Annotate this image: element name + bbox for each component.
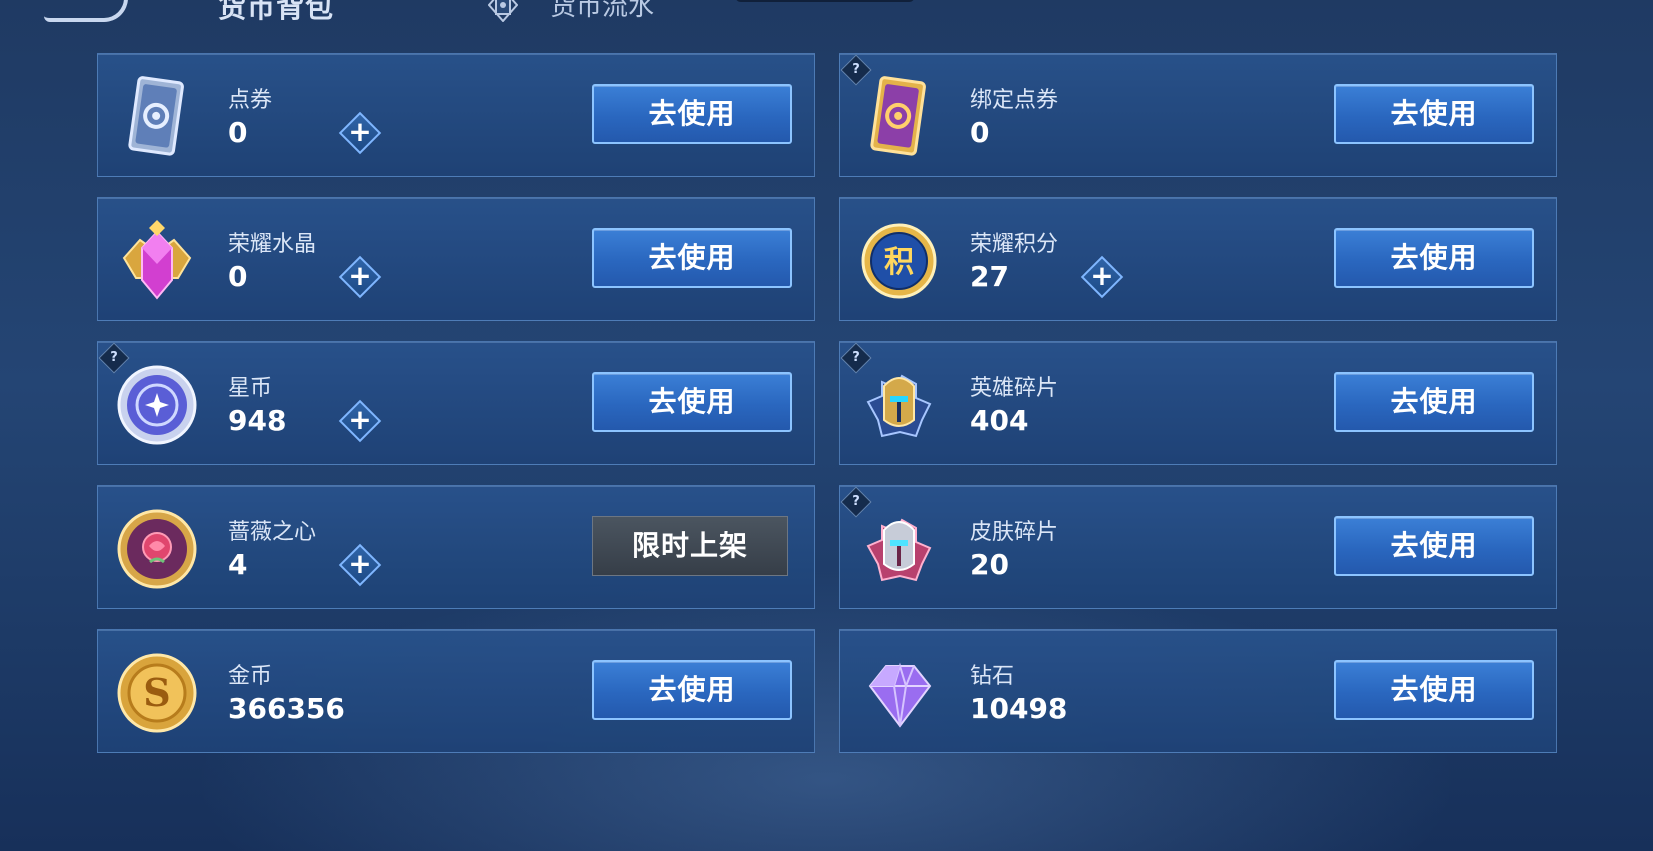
svg-text:积: 积 [884,245,914,280]
currency-card-voucher: 点券 0 + 去使用 [97,53,815,177]
plus-icon: + [348,403,372,436]
plus-icon: + [348,115,372,148]
currency-card-rose-heart: 蔷薇之心 4 + 限时上架 [97,485,815,609]
add-glory-crystal-button[interactable]: + [338,255,382,299]
currency-name: 皮肤碎片 [970,520,1059,545]
use-voucher-button[interactable]: 去使用 [592,84,792,144]
currency-value: 4 [228,548,248,581]
skin-shard-icon [866,518,932,582]
voucher-icon [128,76,184,156]
currency-card-gold-coin: S 金币 366356 去使用 [97,629,815,753]
currency-name: 英雄碎片 [970,376,1059,401]
use-skin-shard-button[interactable]: 去使用 [1334,516,1534,576]
use-bound-voucher-button[interactable]: 去使用 [1334,84,1534,144]
plus-icon: + [1090,259,1114,292]
header: 货币背包 货币流水 [0,0,1653,24]
use-gold-coin-button[interactable]: 去使用 [592,660,792,720]
gold-coin-icon: S [117,653,197,733]
currency-name: 荣耀水晶 [228,232,317,257]
currency-value: 404 [970,404,1029,437]
use-hero-shard-button[interactable]: 去使用 [1334,372,1534,432]
add-rose-heart-button[interactable]: + [338,543,382,587]
currency-grid: 点券 0 + 去使用 ? 绑定点券 0 去使用 荣耀水晶 0 + 去使用 积 荣… [97,53,1557,753]
use-star-coin-button[interactable]: 去使用 [592,372,792,432]
currency-value: 10498 [970,692,1068,725]
currency-flow-icon [488,0,518,22]
glory-points-icon: 积 [861,223,937,299]
currency-value: 0 [228,260,248,293]
currency-name: 星币 [228,376,273,401]
currency-value: 0 [970,116,990,149]
limited-time-button[interactable]: 限时上架 [592,516,788,576]
back-button[interactable] [44,0,128,22]
use-diamond-button[interactable]: 去使用 [1334,660,1534,720]
plus-icon: + [348,547,372,580]
tab-currency-flow[interactable]: 货币流水 [550,0,654,23]
currency-name: 金币 [228,664,273,689]
add-voucher-button[interactable]: + [338,111,382,155]
currency-value: 948 [228,404,287,437]
diamond-icon [868,662,932,728]
currency-card-glory-points: 积 荣耀积分 27 + 去使用 [839,197,1557,321]
currency-name: 点券 [228,88,273,113]
currency-card-star-coin: ? 星币 948 + 去使用 [97,341,815,465]
currency-value: 27 [970,260,1009,293]
currency-value: 0 [228,116,248,149]
currency-name: 钻石 [970,664,1015,689]
use-glory-points-button[interactable]: 去使用 [1334,228,1534,288]
currency-card-skin-shard: ? 皮肤碎片 20 去使用 [839,485,1557,609]
rose-heart-icon [117,509,197,589]
svg-text:S: S [143,670,170,715]
bound-voucher-icon [870,76,926,156]
add-star-coin-button[interactable]: + [338,399,382,443]
currency-card-hero-shard: ? 英雄碎片 404 去使用 [839,341,1557,465]
use-glory-crystal-button[interactable]: 去使用 [592,228,792,288]
currency-name: 绑定点券 [970,88,1059,113]
page-title: 货币背包 [218,0,335,24]
hero-shard-icon [866,374,932,438]
glory-crystal-icon [122,220,192,300]
top-indicator [735,0,915,2]
currency-name: 蔷薇之心 [228,520,317,545]
add-glory-points-button[interactable]: + [1080,255,1124,299]
plus-icon: + [348,259,372,292]
currency-name: 荣耀积分 [970,232,1059,257]
currency-card-glory-crystal: 荣耀水晶 0 + 去使用 [97,197,815,321]
currency-card-diamond: 钻石 10498 去使用 [839,629,1557,753]
star-coin-icon [117,365,197,445]
currency-card-bound-voucher: ? 绑定点券 0 去使用 [839,53,1557,177]
currency-value: 20 [970,548,1009,581]
currency-value: 366356 [228,692,345,725]
